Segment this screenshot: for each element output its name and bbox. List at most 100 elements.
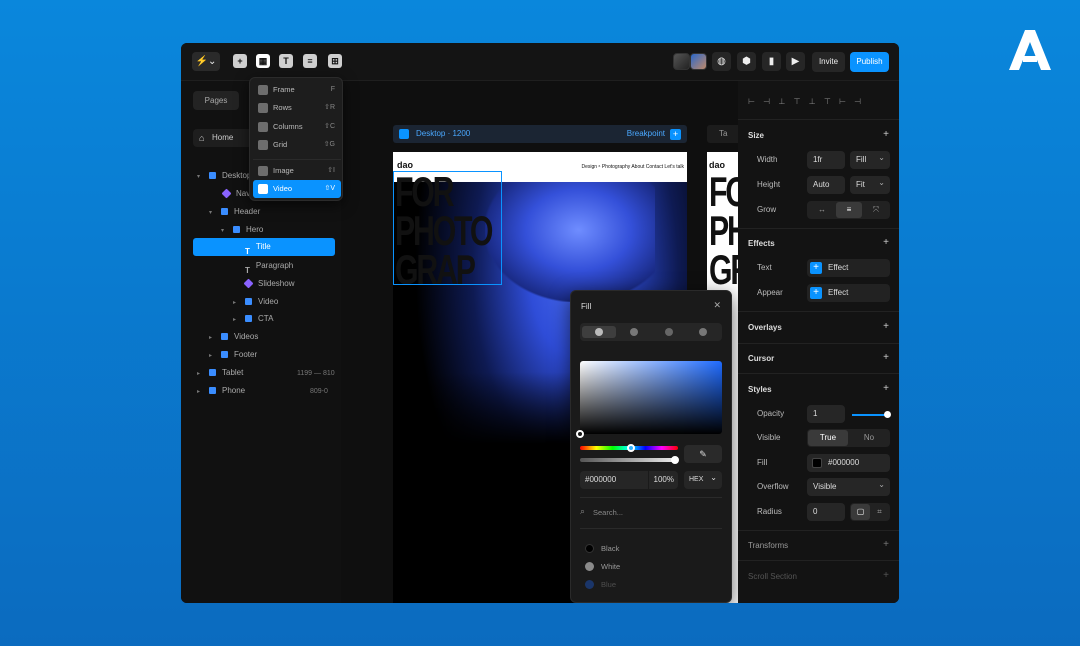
add-icon[interactable]: + bbox=[883, 539, 889, 550]
insert-frame[interactable]: Frame F bbox=[253, 81, 341, 99]
close-icon[interactable]: ✕ bbox=[713, 300, 721, 311]
radius-uniform-icon[interactable]: ▢ bbox=[851, 504, 870, 520]
divider bbox=[738, 228, 899, 229]
overflow-select[interactable]: Visible bbox=[807, 476, 890, 496]
insert-video[interactable]: Video ⇧V bbox=[253, 180, 341, 198]
divider bbox=[738, 530, 899, 531]
layer-header[interactable]: ▾ Header bbox=[209, 203, 260, 221]
add-icon[interactable]: + bbox=[883, 129, 889, 140]
opacity-input[interactable]: 1 bbox=[807, 405, 845, 423]
grid-icon bbox=[258, 140, 268, 150]
hex-input[interactable]: #000000 100% bbox=[580, 471, 678, 489]
page-home[interactable]: Home bbox=[193, 129, 255, 147]
visible-no-option[interactable]: No bbox=[849, 430, 889, 446]
layer-tablet[interactable]: ▸ Tablet bbox=[197, 364, 243, 382]
layer-slideshow[interactable]: Slideshow bbox=[243, 275, 294, 293]
fill-linear-tab[interactable] bbox=[617, 326, 651, 338]
add-icon[interactable]: + bbox=[883, 570, 889, 581]
play-icon[interactable] bbox=[399, 129, 409, 139]
breakpoint-title: Desktop · 1200 bbox=[416, 129, 471, 138]
rows-icon bbox=[258, 103, 268, 113]
color-mode-select[interactable]: HEX bbox=[684, 469, 722, 489]
grow-horizontal-icon[interactable]: ↔ bbox=[809, 202, 835, 218]
invite-button[interactable]: Invite bbox=[812, 52, 845, 72]
layer-video[interactable]: ▸ Video bbox=[233, 293, 278, 311]
analytics-icon[interactable]: ▮ bbox=[762, 52, 781, 71]
fill-conic-tab[interactable] bbox=[686, 326, 720, 338]
radius-input[interactable]: 0 bbox=[807, 503, 845, 521]
alignment-toolbar[interactable]: ⊢⊣⊥⊤⊥⊤⊢⊣ bbox=[748, 97, 893, 109]
layer-videos[interactable]: ▸ Videos bbox=[209, 328, 258, 346]
divider bbox=[738, 311, 899, 312]
divider bbox=[580, 497, 722, 498]
grow-vertical-icon[interactable]: ≡ bbox=[836, 202, 862, 218]
layer-title[interactable]: TTitle bbox=[193, 238, 335, 256]
layer-hero[interactable]: ▾ Hero bbox=[221, 221, 263, 239]
hue-handle[interactable] bbox=[627, 444, 635, 452]
swatch-blue[interactable]: Blue bbox=[585, 580, 616, 589]
layer-cta[interactable]: ▸ CTA bbox=[233, 310, 273, 328]
selection-outline bbox=[393, 171, 502, 285]
text-effect-label: Text bbox=[757, 263, 772, 272]
swatch-search-input[interactable]: Search... bbox=[580, 506, 623, 517]
add-icon[interactable]: + bbox=[883, 352, 889, 363]
width-mode-select[interactable]: Fill bbox=[850, 149, 890, 169]
columns-icon bbox=[258, 122, 268, 132]
add-breakpoint-button[interactable]: Breakpoint bbox=[627, 125, 682, 143]
globe-icon[interactable]: ◍ bbox=[712, 52, 731, 71]
insert-columns[interactable]: Columns ⇧C bbox=[253, 118, 341, 136]
add-icon[interactable]: + bbox=[883, 383, 889, 394]
layer-paragraph[interactable]: TParagraph bbox=[245, 257, 293, 275]
add-icon[interactable]: + bbox=[883, 321, 889, 332]
insert-image[interactable]: Image ⇧I bbox=[253, 162, 341, 180]
components-icon[interactable]: ⊞ bbox=[328, 54, 342, 68]
layer-navigation[interactable]: Navi bbox=[211, 185, 252, 203]
layer-footer[interactable]: ▸ Footer bbox=[209, 346, 257, 364]
main-menu-button[interactable]: ⚡⌄ bbox=[192, 52, 220, 71]
layout-icon[interactable]: ▦ bbox=[256, 54, 270, 68]
fill-solid-tab[interactable] bbox=[582, 326, 616, 338]
insert-rows[interactable]: Rows ⇧R bbox=[253, 99, 341, 117]
height-mode-select[interactable]: Fit bbox=[850, 174, 890, 194]
cms-icon[interactable]: ≡ bbox=[303, 54, 317, 68]
breakpoint-icon bbox=[209, 369, 216, 377]
avatar[interactable] bbox=[673, 53, 690, 70]
preview-play-icon[interactable]: ▶ bbox=[786, 52, 805, 71]
color-picker-handle[interactable] bbox=[576, 430, 584, 438]
add-icon: + bbox=[810, 262, 822, 274]
insert-grid[interactable]: Grid ⇧G bbox=[253, 136, 341, 154]
layer-desktop[interactable]: ▾ Desktop bbox=[197, 167, 251, 185]
opacity-slider-handle[interactable] bbox=[884, 411, 891, 418]
appear-effect-button[interactable]: + Effect bbox=[807, 284, 890, 302]
grow-both-icon[interactable]: ⤧ bbox=[863, 202, 889, 218]
visible-true-option[interactable]: True bbox=[808, 430, 848, 446]
stack-icon bbox=[221, 333, 228, 341]
fill-input[interactable]: #000000 bbox=[807, 454, 890, 472]
text-tool-icon[interactable]: T bbox=[279, 54, 293, 68]
eyedropper-icon[interactable]: ✎ bbox=[684, 445, 722, 463]
opacity-slider[interactable] bbox=[852, 414, 888, 416]
add-icon[interactable]: + bbox=[883, 237, 889, 248]
menu-divider bbox=[253, 159, 341, 160]
opacity-input[interactable]: 100% bbox=[647, 471, 674, 489]
frame-icon bbox=[258, 85, 268, 95]
alpha-handle[interactable] bbox=[671, 456, 679, 464]
swatch-black[interactable]: Black bbox=[585, 544, 619, 553]
breakpoint-range: 1199 — 810 bbox=[297, 370, 335, 377]
width-input[interactable]: 1fr bbox=[807, 151, 845, 169]
height-input[interactable]: Auto bbox=[807, 176, 845, 194]
radius-individual-icon[interactable]: ⌗ bbox=[870, 504, 889, 520]
layer-phone[interactable]: ▸ Phone bbox=[197, 382, 245, 400]
swatch-white[interactable]: White bbox=[585, 562, 620, 571]
settings-icon[interactable]: ⬢ bbox=[737, 52, 756, 71]
alpha-slider[interactable] bbox=[580, 458, 678, 462]
saturation-value-picker[interactable] bbox=[580, 361, 722, 434]
insert-icon[interactable]: + bbox=[233, 54, 247, 68]
breakpoint-bar-desktop[interactable]: Desktop · 1200 Breakpoint bbox=[393, 125, 687, 143]
site-navigation: Design ⁶ Photography About Contact Let's… bbox=[581, 164, 684, 170]
fill-radial-tab[interactable] bbox=[652, 326, 686, 338]
text-effect-button[interactable]: + Effect bbox=[807, 259, 890, 277]
avatar[interactable] bbox=[690, 53, 707, 70]
tab-pages[interactable]: Pages bbox=[193, 91, 239, 110]
publish-button[interactable]: Publish bbox=[850, 52, 889, 72]
